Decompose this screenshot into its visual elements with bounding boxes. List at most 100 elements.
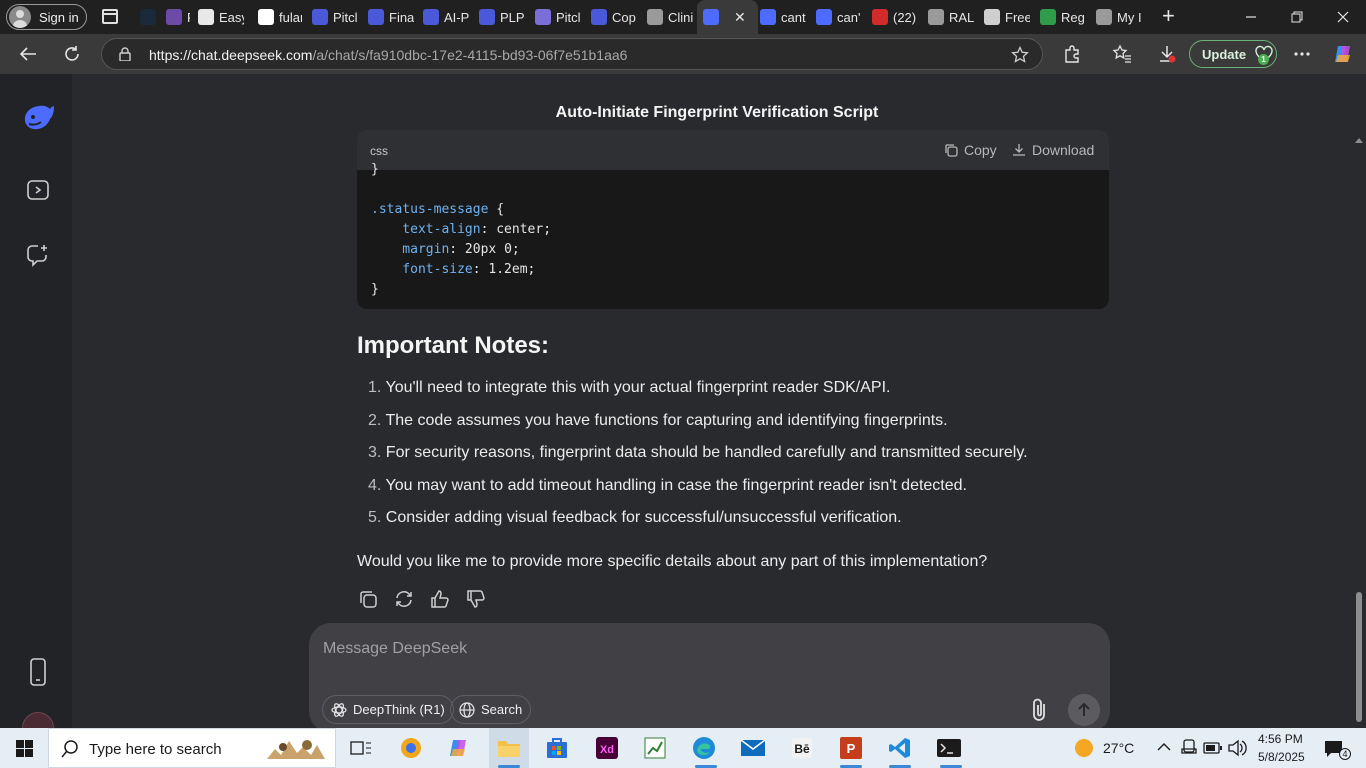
notification-count-badge: 4 (1339, 748, 1351, 760)
tab-favicon-icon (198, 9, 214, 25)
thumbs-down-icon[interactable] (465, 588, 487, 610)
microsoft-store-icon[interactable] (542, 733, 572, 763)
browser-tab[interactable]: Cop (585, 0, 637, 34)
copy-message-icon[interactable] (357, 588, 379, 610)
new-tab-button[interactable]: + (1162, 5, 1175, 27)
restore-button[interactable] (1274, 0, 1320, 34)
open-sidebar-icon[interactable] (24, 176, 52, 204)
deepthink-toggle[interactable]: DeepThink (R1) (322, 695, 454, 724)
chart-app-icon[interactable] (640, 733, 670, 763)
update-button[interactable]: Update 1 (1189, 40, 1277, 68)
scrollbar-thumb[interactable] (1356, 592, 1362, 722)
tab-favicon-icon (140, 9, 156, 25)
browser-tab[interactable]: cant (754, 0, 806, 34)
browser-tab[interactable]: can' (810, 0, 862, 34)
chat-title: Auto-Initiate Fingerprint Verification S… (555, 104, 879, 121)
code-text: } (371, 282, 379, 297)
mail-icon[interactable] (738, 733, 768, 763)
tab-title: Pitcl (333, 9, 358, 25)
browser-tab[interactable]: PLP (473, 0, 525, 34)
battery-icon[interactable] (1203, 740, 1223, 756)
tab-favicon-icon (760, 9, 776, 25)
new-chat-icon[interactable] (24, 241, 52, 269)
copy-code-button[interactable]: Copy (944, 142, 997, 158)
favorites-icon[interactable] (1110, 42, 1134, 66)
browser-tab[interactable]: My I (1090, 0, 1142, 34)
browser-tab[interactable]: Free (978, 0, 1030, 34)
note-text: You may want to add timeout handling in … (385, 476, 968, 494)
code-text: { (488, 202, 505, 217)
tab-favicon-icon (1096, 9, 1112, 25)
volume-icon[interactable] (1227, 739, 1247, 757)
address-bar[interactable]: https://chat.deepseek.com/a/chat/s/fa910… (101, 38, 1043, 70)
browser-tab[interactable]: Reg (1034, 0, 1086, 34)
browser-tab[interactable] (134, 0, 156, 34)
chevron-up-icon[interactable] (1157, 742, 1171, 752)
copilot-taskbar-icon[interactable] (444, 733, 474, 763)
svg-text:P: P (847, 741, 856, 756)
edge-browser-icon[interactable] (689, 733, 719, 768)
file-explorer-icon[interactable] (489, 728, 529, 768)
browser-tab[interactable]: Pitcl (529, 0, 581, 34)
sign-in-button[interactable]: Sign in (6, 4, 87, 30)
tab-title: Clini (668, 9, 693, 25)
browser-tab[interactable]: PLP (160, 0, 190, 34)
behance-app-icon[interactable]: Bē (787, 733, 817, 763)
meet-now-icon[interactable] (1181, 739, 1197, 757)
clock-time[interactable]: 4:56 PM (1258, 732, 1303, 746)
profile-icon (9, 6, 31, 28)
terminal-icon[interactable] (934, 733, 964, 768)
copilot-icon[interactable] (1331, 42, 1355, 66)
code-text: } (371, 162, 379, 177)
tab-title: My I (1117, 9, 1142, 25)
extensions-icon[interactable] (1060, 42, 1084, 66)
thumbs-up-icon[interactable] (429, 588, 451, 610)
favorite-star-icon[interactable] (1011, 46, 1029, 64)
tab-close-icon[interactable]: ✕ (734, 9, 746, 26)
close-window-button[interactable] (1320, 0, 1366, 34)
browser-tab-active[interactable]: ✕ (697, 0, 758, 34)
task-view-icon[interactable] (346, 733, 376, 763)
weather-temperature[interactable]: 27°C (1103, 740, 1134, 756)
code-text: : 1.2em; (472, 262, 536, 277)
download-code-button[interactable]: Download (1012, 142, 1094, 158)
attach-file-icon[interactable] (1029, 697, 1051, 723)
windows-start-icon[interactable] (16, 740, 33, 757)
back-icon[interactable] (16, 42, 40, 66)
browser-tab-strip: Sign in PLP Easy fular Pitcl Fina AI-P PLP Pitc… (0, 0, 1366, 34)
code-line: } (371, 160, 1109, 180)
browser-tab[interactable]: Fina (362, 0, 414, 34)
taskbar-app-circle-icon[interactable] (396, 733, 426, 763)
adobe-xd-icon[interactable]: Xd (592, 733, 622, 763)
mobile-app-icon[interactable] (24, 658, 52, 686)
weather-sun-icon[interactable] (1074, 738, 1094, 758)
tab-favicon-icon (816, 9, 832, 25)
send-button[interactable] (1068, 694, 1100, 726)
vscode-icon[interactable] (885, 733, 915, 768)
browser-tab[interactable]: Pitcl (306, 0, 358, 34)
search-toggle[interactable]: Search (450, 695, 532, 724)
notes-heading: Important Notes: (357, 332, 549, 359)
powerpoint-icon[interactable]: P (836, 733, 866, 768)
taskbar-search-box[interactable]: Type here to search (48, 728, 336, 768)
message-actions (357, 588, 501, 610)
message-input[interactable]: Message DeepSeek (323, 640, 467, 658)
message-composer[interactable]: Message DeepSeek DeepThink (R1) Search (309, 623, 1110, 733)
clock-date[interactable]: 5/8/2025 (1258, 750, 1305, 764)
downloads-icon[interactable] (1155, 42, 1179, 66)
minimize-button[interactable] (1228, 0, 1274, 34)
browser-tab[interactable]: AI-P (417, 0, 469, 34)
more-menu-icon[interactable] (1290, 42, 1314, 66)
browser-tab[interactable]: Clini (641, 0, 693, 34)
browser-tab[interactable]: Easy (192, 0, 244, 34)
tab-actions-icon[interactable] (102, 9, 118, 24)
tab-title: Easy (219, 9, 244, 25)
browser-tab[interactable]: RAL (922, 0, 974, 34)
browser-tab[interactable]: fular (252, 0, 302, 34)
scroll-up-icon[interactable] (1355, 138, 1363, 143)
browser-tab[interactable]: (22) (866, 0, 918, 34)
tab-favicon-icon (368, 9, 384, 25)
regenerate-icon[interactable] (393, 588, 415, 610)
refresh-icon[interactable] (60, 42, 84, 66)
deepseek-logo-icon[interactable] (21, 100, 57, 134)
